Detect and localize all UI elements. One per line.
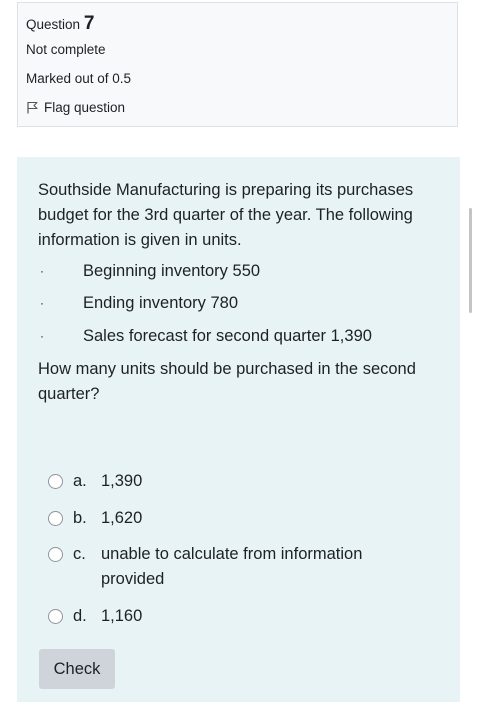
question-number: 7 (83, 13, 95, 34)
flag-icon (27, 101, 38, 114)
bullet-marker: · (40, 264, 44, 278)
bullet-text: Beginning inventory 550 (83, 262, 261, 280)
question-label: Question (26, 17, 81, 32)
answer-letter: a. (73, 472, 87, 490)
radio-icon[interactable] (48, 511, 63, 526)
answer-letter: c. (73, 545, 86, 563)
question-grade: Marked out of 0.5 (26, 71, 132, 86)
flag-question-link[interactable]: Flag question (26, 100, 125, 115)
answer-letter: b. (73, 509, 87, 527)
bullet-text: Ending inventory 780 (83, 294, 239, 312)
answer-text: 1,620 (101, 509, 143, 527)
radio-icon[interactable] (48, 609, 63, 624)
answer-text: 1,390 (101, 472, 143, 490)
question-info-panel: Question 7 Not complete Marked out of 0.… (17, 2, 458, 127)
question-label-row: Question 7 (26, 13, 94, 35)
question-formulation: Southside Manufacturing is preparing its… (17, 157, 460, 702)
answer-letter: d. (73, 607, 87, 625)
radio-icon[interactable] (48, 474, 63, 489)
question-state: Not complete (26, 42, 106, 57)
answer-text: unable to calculate from information pro… (101, 545, 363, 588)
bullet-text: Sales forecast for second quarter 1,390 (83, 327, 372, 345)
bullet-marker: · (40, 329, 44, 343)
check-button[interactable]: Check (39, 649, 115, 689)
bullet-marker: · (40, 296, 44, 310)
flag-question-label: Flag question (44, 100, 126, 115)
question-text: Southside Manufacturing is preparing its… (38, 181, 414, 249)
scrollbar[interactable] (469, 208, 472, 313)
answer-text: 1,160 (101, 607, 143, 625)
radio-icon[interactable] (48, 547, 63, 562)
question-prompt: How many units should be purchased in th… (38, 360, 416, 403)
